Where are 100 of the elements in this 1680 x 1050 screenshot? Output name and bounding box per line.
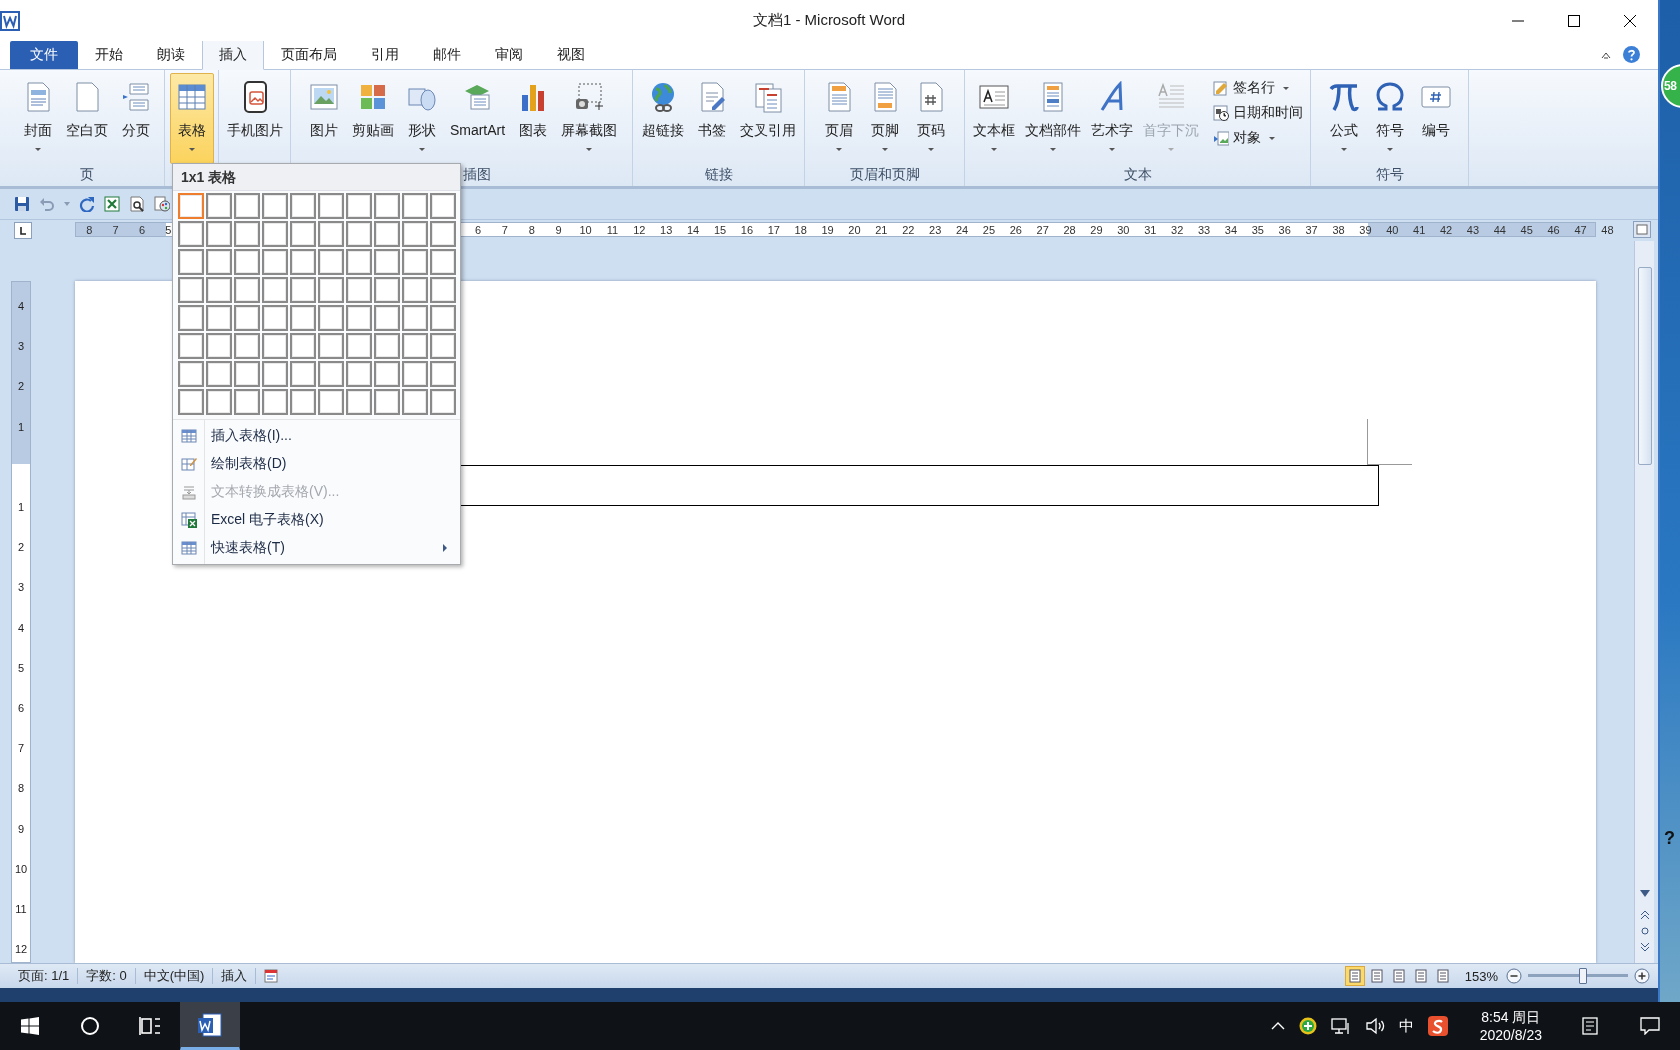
table-grid-cell[interactable] bbox=[234, 193, 260, 219]
word-logo-icon[interactable] bbox=[0, 10, 20, 31]
table-grid-cell[interactable] bbox=[206, 277, 232, 303]
input-method-indicator[interactable]: 中 bbox=[1398, 1016, 1414, 1036]
chevron-up-icon[interactable] bbox=[1270, 1022, 1285, 1030]
table-grid-cell[interactable] bbox=[206, 333, 232, 359]
signature-line-button[interactable]: 签名行 bbox=[1208, 77, 1307, 99]
table-grid-cell[interactable] bbox=[318, 221, 344, 247]
cross-reference-button[interactable]: 交叉引用 bbox=[735, 73, 800, 164]
table-grid-cell[interactable] bbox=[262, 333, 288, 359]
zoom-level[interactable]: 153% bbox=[1464, 968, 1498, 984]
date-time-button[interactable]: 日期和时间 bbox=[1208, 102, 1307, 124]
table-grid-cell[interactable] bbox=[430, 193, 456, 219]
clock-date[interactable]: 2020/8/23 bbox=[1479, 1026, 1542, 1044]
previous-page-icon[interactable] bbox=[1640, 911, 1649, 919]
table-grid-cell[interactable] bbox=[290, 389, 316, 415]
header-button[interactable]: 页眉 bbox=[816, 73, 861, 164]
table-grid-cell[interactable] bbox=[402, 277, 428, 303]
table-grid-cell[interactable] bbox=[318, 361, 344, 387]
table-grid-cell[interactable] bbox=[430, 361, 456, 387]
help-icon[interactable] bbox=[1623, 46, 1640, 63]
clip-art-button[interactable]: 剪贴画 bbox=[347, 73, 398, 164]
table-grid-cell[interactable] bbox=[374, 221, 400, 247]
ribbon-tab[interactable]: 审阅 bbox=[478, 41, 540, 69]
table-grid-cell[interactable] bbox=[402, 333, 428, 359]
view-ruler-icon[interactable] bbox=[1633, 221, 1651, 238]
footer-button[interactable]: 页脚 bbox=[862, 73, 907, 164]
table-grid-cell[interactable] bbox=[346, 221, 372, 247]
notification-icon[interactable] bbox=[1640, 1017, 1660, 1035]
table-grid-cell[interactable] bbox=[402, 193, 428, 219]
table-grid-cell[interactable] bbox=[262, 305, 288, 331]
shapes-button[interactable]: 形状 bbox=[399, 73, 444, 164]
symbol-button[interactable]: 符号 bbox=[1367, 73, 1412, 164]
table-grid-cell[interactable] bbox=[374, 333, 400, 359]
table-grid-cell[interactable] bbox=[178, 389, 204, 415]
file-tab[interactable]: 文件 bbox=[10, 41, 78, 69]
table-grid-cell[interactable] bbox=[318, 193, 344, 219]
smartart-button[interactable]: SmartArt bbox=[445, 73, 510, 164]
security-icon[interactable] bbox=[1298, 1017, 1317, 1035]
picture-button[interactable]: 图片 bbox=[301, 73, 346, 164]
table-grid-cell[interactable] bbox=[234, 221, 260, 247]
ribbon-tab[interactable]: 朗读 bbox=[140, 41, 202, 69]
table-grid-cell[interactable] bbox=[346, 277, 372, 303]
spreadsheet-icon[interactable] bbox=[104, 196, 120, 212]
table-grid-cell[interactable] bbox=[402, 221, 428, 247]
palette-icon[interactable] bbox=[154, 196, 170, 212]
table-grid-cell[interactable] bbox=[346, 389, 372, 415]
word-app-button[interactable] bbox=[180, 1002, 240, 1050]
table-grid-cell[interactable] bbox=[346, 361, 372, 387]
volume-icon[interactable] bbox=[1364, 1017, 1385, 1035]
status-item[interactable]: 字数: 0 bbox=[78, 968, 136, 984]
scrollbar-thumb[interactable] bbox=[1637, 267, 1652, 465]
table-grid-cell[interactable] bbox=[290, 277, 316, 303]
table-grid-cell[interactable] bbox=[402, 389, 428, 415]
table-grid-cell[interactable] bbox=[374, 305, 400, 331]
number-button[interactable]: 编号 bbox=[1413, 73, 1458, 164]
table-grid-cell[interactable] bbox=[346, 249, 372, 275]
print-preview-icon[interactable] bbox=[129, 196, 145, 212]
table-grid-cell[interactable] bbox=[234, 361, 260, 387]
dropdown-arrow-icon[interactable] bbox=[64, 202, 70, 206]
chart-button[interactable]: 图表 bbox=[511, 73, 556, 164]
zoom-slider-thumb[interactable] bbox=[1579, 968, 1587, 984]
input-method-icon[interactable] bbox=[1427, 1016, 1448, 1036]
search-icon[interactable] bbox=[80, 1016, 100, 1036]
menu-item[interactable]: 快速表格(T) bbox=[173, 534, 460, 562]
scroll-down-icon[interactable] bbox=[1639, 890, 1650, 897]
table-grid-cell[interactable] bbox=[430, 305, 456, 331]
print-layout-button[interactable] bbox=[1344, 966, 1365, 986]
table-grid-cell[interactable] bbox=[178, 305, 204, 331]
table-grid-cell[interactable] bbox=[262, 277, 288, 303]
table-grid-cell[interactable] bbox=[430, 333, 456, 359]
table-grid-cell[interactable] bbox=[262, 361, 288, 387]
table-grid-cell[interactable] bbox=[206, 389, 232, 415]
table-grid-cell[interactable] bbox=[346, 305, 372, 331]
network-icon[interactable] bbox=[1330, 1017, 1351, 1035]
table-grid-cell[interactable] bbox=[234, 249, 260, 275]
wordart-button[interactable]: 艺术字 bbox=[1086, 73, 1137, 164]
table-grid-cell[interactable] bbox=[290, 249, 316, 275]
help-mark[interactable]: ? bbox=[1664, 828, 1680, 849]
menu-item[interactable]: 插入表格(I)... bbox=[173, 422, 460, 450]
menu-item[interactable]: Excel 电子表格(X) bbox=[173, 506, 460, 534]
table-grid-cell[interactable] bbox=[318, 305, 344, 331]
ribbon-tab[interactable]: 视图 bbox=[540, 41, 602, 69]
table-button[interactable]: 表格 bbox=[169, 73, 214, 164]
status-item[interactable]: 插入 bbox=[213, 968, 257, 984]
browse-object-icon[interactable] bbox=[1640, 927, 1649, 935]
redo-icon[interactable] bbox=[79, 196, 95, 212]
notes-icon[interactable] bbox=[1581, 1017, 1599, 1035]
table-grid-cell[interactable] bbox=[206, 361, 232, 387]
table-grid-cell[interactable] bbox=[430, 277, 456, 303]
table-grid-cell[interactable] bbox=[234, 389, 260, 415]
clock-time[interactable]: 8:54 周日 bbox=[1481, 1008, 1541, 1026]
table-grid-cell[interactable] bbox=[262, 249, 288, 275]
table-grid-cell[interactable] bbox=[290, 305, 316, 331]
table-grid-cell[interactable] bbox=[262, 221, 288, 247]
table-grid-cell[interactable] bbox=[318, 277, 344, 303]
table-grid-cell[interactable] bbox=[178, 193, 204, 219]
table-grid-cell[interactable] bbox=[234, 277, 260, 303]
tab-stop-icon[interactable] bbox=[14, 222, 32, 239]
table-grid-cell[interactable] bbox=[430, 389, 456, 415]
